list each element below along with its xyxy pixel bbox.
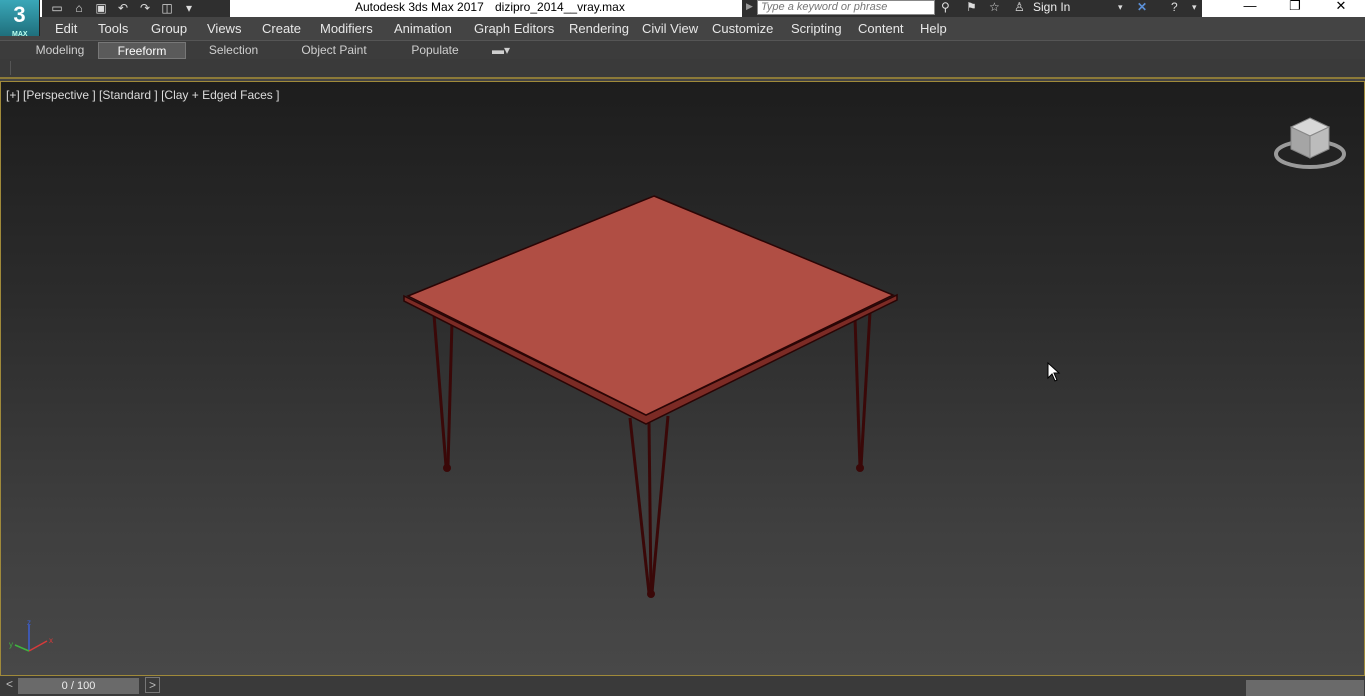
leg-foot-left [443, 464, 451, 472]
search-expand-icon[interactable]: ▶ [746, 1, 753, 12]
save-icon[interactable]: ▣ [92, 0, 110, 17]
search-input[interactable]: Type a keyword or phrase [757, 0, 935, 15]
timeline-next-button[interactable]: > [145, 677, 161, 693]
mouse-cursor-icon [1047, 362, 1061, 382]
svg-text:x: x [49, 636, 53, 645]
new-file-icon[interactable]: ▭ [48, 0, 66, 17]
menu-content[interactable]: Content [858, 21, 904, 36]
menu-civil-view[interactable]: Civil View [642, 21, 698, 36]
restore-button[interactable]: ❐ [1272, 0, 1318, 14]
menu-views[interactable]: Views [207, 21, 241, 36]
axis-tripod-icon: z x y [9, 619, 53, 652]
ribbon-options-icon[interactable]: ▬▾ [484, 42, 518, 59]
table-model[interactable] [1, 82, 1365, 676]
menu-scripting[interactable]: Scripting [791, 21, 842, 36]
minimize-button[interactable]: — [1227, 0, 1273, 14]
menu-create[interactable]: Create [262, 21, 301, 36]
time-slider[interactable]: 0 / 100 [18, 678, 139, 694]
svg-text:y: y [9, 640, 13, 649]
menu-modifiers[interactable]: Modifiers [320, 21, 373, 36]
window-title: Autodesk 3ds Max 2017 [355, 0, 484, 14]
autodesk-exchange-icon[interactable]: ✕ [1137, 0, 1147, 14]
help-dropdown-icon[interactable]: ▾ [1192, 0, 1197, 14]
menu-customize[interactable]: Customize [712, 21, 773, 36]
help-icon[interactable]: ? [1171, 0, 1178, 14]
tab-object-paint[interactable]: Object Paint [290, 42, 378, 59]
leg-foot-front [647, 590, 655, 598]
menu-bar: Edit Tools Group Views Create Modifiers … [0, 17, 1365, 40]
timeline-prev-button[interactable]: < [6, 677, 13, 691]
sign-in-button[interactable]: Sign In [1033, 0, 1070, 14]
tab-modeling[interactable]: Modeling [26, 42, 94, 59]
tab-freeform[interactable]: Freeform [98, 42, 186, 59]
tabletop-surface [406, 195, 895, 416]
menu-tools[interactable]: Tools [98, 21, 128, 36]
file-name: dizipro_2014__vray.max [495, 0, 625, 14]
ribbon-panel [0, 59, 1365, 79]
binoculars-icon[interactable]: ⚲ [941, 0, 950, 14]
subscription-icon[interactable]: ⚑ [966, 0, 977, 14]
viewcube-icon[interactable] [1273, 114, 1347, 174]
perspective-viewport[interactable]: [+] [Perspective ] [Standard ] [Clay + E… [0, 81, 1365, 676]
tab-populate[interactable]: Populate [400, 42, 470, 59]
quick-access-toolbar: ▭ ⌂ ▣ ↶ ↷ ◫ ▾ [42, 0, 230, 17]
project-icon[interactable]: ◫ [158, 0, 176, 17]
user-icon[interactable]: ♙ [1014, 0, 1025, 14]
menu-edit[interactable]: Edit [55, 21, 77, 36]
redo-icon[interactable]: ↷ [136, 0, 154, 17]
close-button[interactable]: ✕ [1318, 0, 1364, 14]
timeline-bar: < 0 / 100 > [0, 676, 1365, 696]
menu-rendering[interactable]: Rendering [569, 21, 629, 36]
undo-icon[interactable]: ↶ [114, 0, 132, 17]
tab-selection[interactable]: Selection [196, 42, 271, 59]
menu-group[interactable]: Group [151, 21, 187, 36]
open-file-icon[interactable]: ⌂ [70, 0, 88, 17]
leg-foot-right [856, 464, 864, 472]
ribbon-panel-content [10, 61, 1360, 75]
menu-animation[interactable]: Animation [394, 21, 452, 36]
customize-icon[interactable]: ▾ [180, 0, 198, 17]
menu-graph-editors[interactable]: Graph Editors [474, 21, 554, 36]
svg-text:z: z [27, 619, 31, 627]
status-panel [1246, 680, 1364, 696]
favorites-star-icon[interactable]: ☆ [989, 0, 1000, 14]
ribbon-tabs: Modeling Freeform Selection Object Paint… [0, 40, 1365, 59]
sign-in-dropdown-icon[interactable]: ▾ [1118, 0, 1123, 14]
menu-help[interactable]: Help [920, 21, 947, 36]
app-menu-button[interactable]: 3 MAX [0, 0, 40, 38]
title-bar: 3 MAX ▭ ⌂ ▣ ↶ ↷ ◫ ▾ Autodesk 3ds Max 201… [0, 0, 1365, 38]
